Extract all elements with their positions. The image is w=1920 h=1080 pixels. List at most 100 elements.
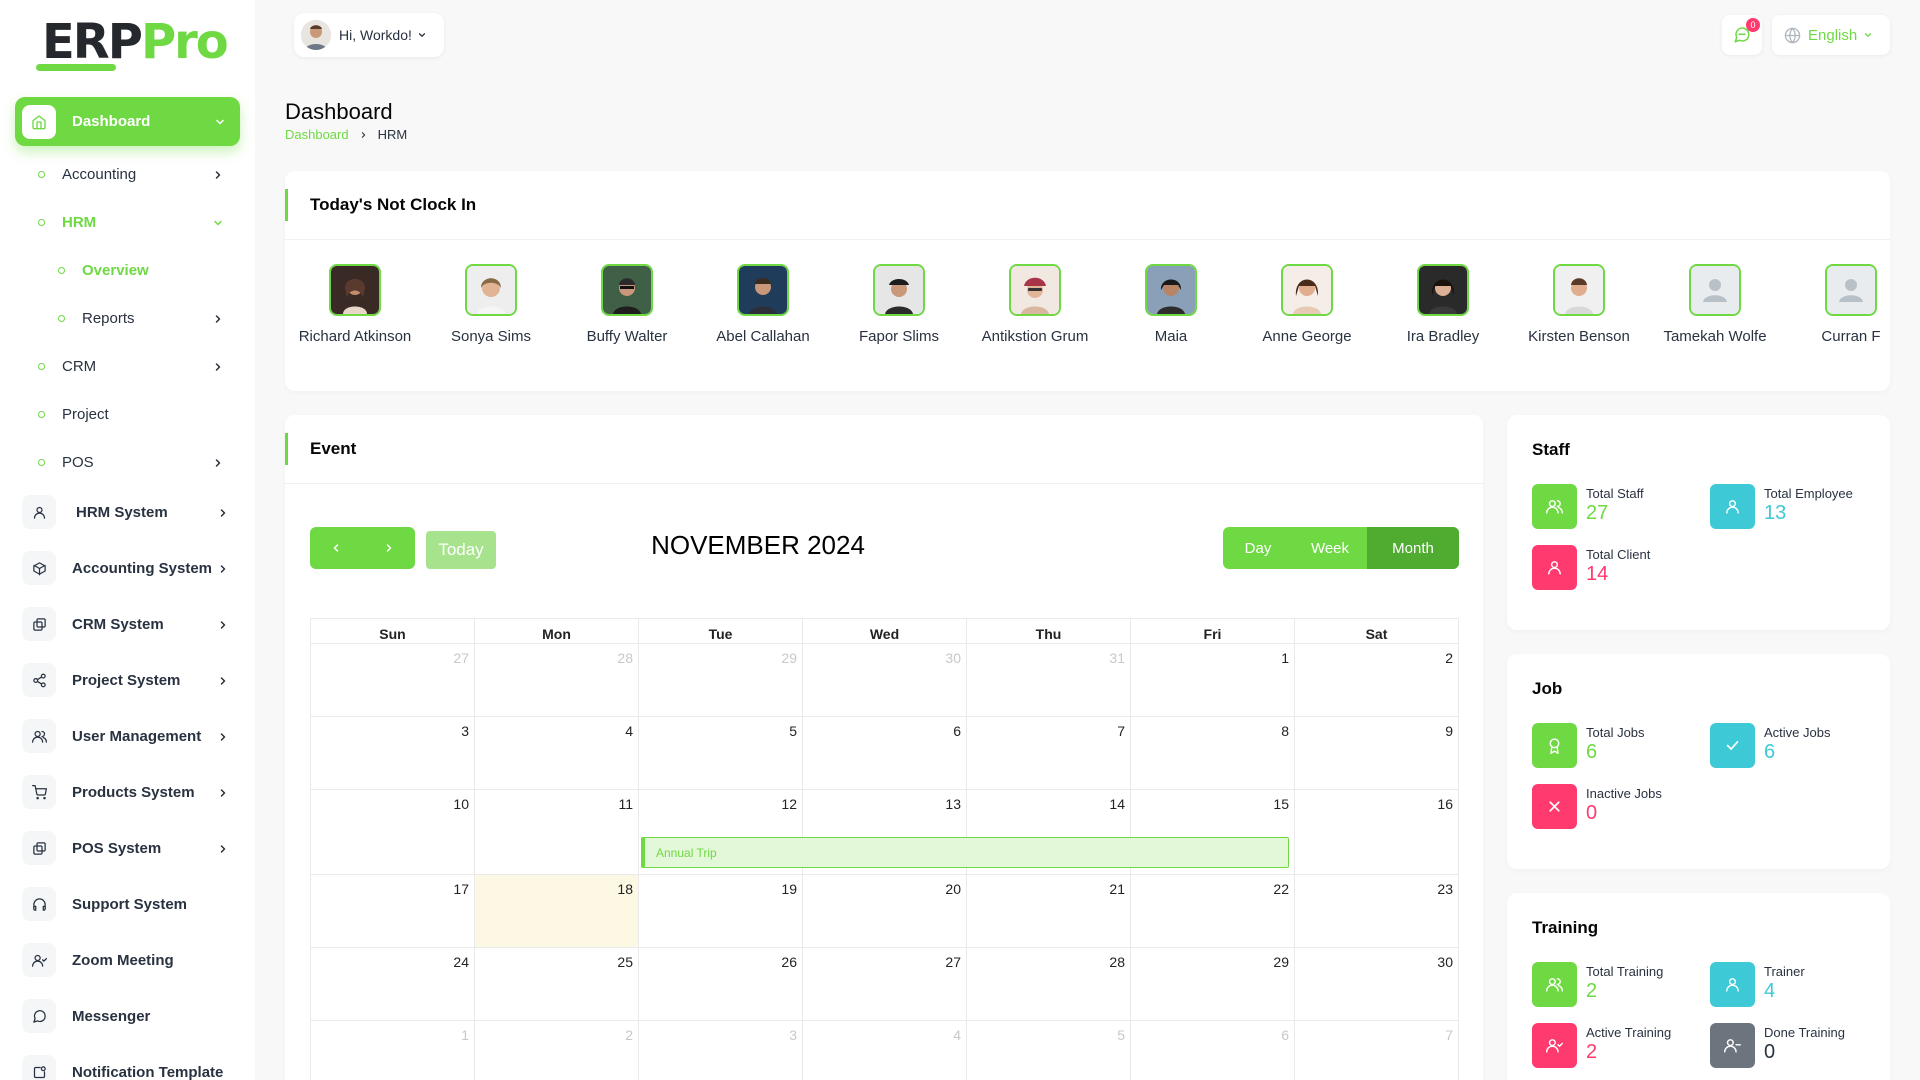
employee-item[interactable]: Ira Bradley bbox=[1375, 264, 1511, 347]
calendar-day-cell[interactable]: 17 bbox=[310, 874, 475, 948]
stat-value: 2 bbox=[1586, 980, 1598, 1002]
notification-icon bbox=[22, 1055, 56, 1080]
calendar-day-cell[interactable]: 25 bbox=[474, 947, 639, 1021]
employee-item[interactable]: Tamekah Wolfe bbox=[1647, 264, 1783, 347]
sidebar-subitem-pos[interactable]: POS bbox=[38, 454, 221, 471]
employee-item[interactable]: Antikstion Grum bbox=[967, 264, 1103, 347]
employee-item[interactable]: Buffy Walter bbox=[559, 264, 695, 347]
stat-active-training: Active Training 2 bbox=[1532, 1023, 1671, 1068]
calendar-event[interactable]: Annual Trip bbox=[641, 837, 1289, 868]
employee-item[interactable]: Maia bbox=[1103, 264, 1239, 347]
sidebar-subitem-overview[interactable]: Overview bbox=[58, 262, 149, 279]
calendar-day-cell[interactable]: 1 bbox=[1130, 643, 1295, 717]
calendar-day-cell-today[interactable]: 18 bbox=[474, 874, 639, 948]
sidebar-item-label: Support System bbox=[72, 895, 188, 913]
calendar-day-cell[interactable]: 10 bbox=[310, 789, 475, 875]
calendar-day-cell[interactable]: 23 bbox=[1294, 874, 1459, 948]
sidebar-item-project-system[interactable]: Project System bbox=[22, 663, 226, 697]
calendar-day-cell[interactable]: 2 bbox=[1294, 643, 1459, 717]
calendar-day-cell[interactable]: 30 bbox=[1294, 947, 1459, 1021]
users-icon bbox=[22, 719, 56, 753]
sidebar-item-accounting-system[interactable]: Accounting System bbox=[22, 551, 226, 585]
calendar-day-cell[interactable]: 29 bbox=[638, 643, 803, 717]
sidebar-item-pos-system[interactable]: POS System bbox=[22, 831, 226, 865]
calendar-day-cell[interactable]: 26 bbox=[638, 947, 803, 1021]
employee-item[interactable]: Kirsten Benson bbox=[1511, 264, 1647, 347]
employee-photo bbox=[329, 264, 381, 316]
view-day-button[interactable]: Day bbox=[1223, 527, 1293, 569]
view-week-button[interactable]: Week bbox=[1293, 527, 1367, 569]
stat-label: Active Jobs bbox=[1764, 725, 1831, 740]
calendar-day-cell[interactable]: 29 bbox=[1130, 947, 1295, 1021]
sidebar-item-messenger[interactable]: Messenger bbox=[22, 999, 150, 1033]
employee-item[interactable]: Curran F bbox=[1783, 264, 1880, 347]
user-menu[interactable]: Hi, Workdo! bbox=[294, 13, 444, 57]
calendar-day-cell[interactable]: 7 bbox=[1294, 1020, 1459, 1080]
sidebar-item-crm-system[interactable]: CRM System bbox=[22, 607, 226, 641]
sidebar-subitem-crm[interactable]: CRM bbox=[38, 358, 221, 375]
employee-item[interactable]: Richard Atkinson bbox=[287, 264, 423, 347]
calendar-day-cell[interactable]: 16 bbox=[1294, 789, 1459, 875]
calendar-day-cell[interactable]: 27 bbox=[802, 947, 967, 1021]
calendar-day-cell[interactable]: 5 bbox=[966, 1020, 1131, 1080]
calendar-day-cell[interactable]: 30 bbox=[802, 643, 967, 717]
messages-button[interactable]: 0 bbox=[1722, 15, 1762, 55]
sidebar-item-products-system[interactable]: Products System bbox=[22, 775, 226, 809]
sidebar-item-user-management[interactable]: User Management bbox=[22, 719, 226, 753]
calendar-day-cell[interactable]: 9 bbox=[1294, 716, 1459, 790]
sidebar-item-zoom-meeting[interactable]: Zoom Meeting bbox=[22, 943, 174, 977]
avatar bbox=[301, 20, 331, 50]
calendar-day-cell[interactable]: 24 bbox=[310, 947, 475, 1021]
sidebar-subitem-project[interactable]: Project bbox=[38, 406, 109, 423]
sidebar-item-notification-template[interactable]: Notification Template bbox=[22, 1055, 223, 1080]
calendar-day-cell[interactable]: 28 bbox=[474, 643, 639, 717]
calendar-day-cell[interactable]: 31 bbox=[966, 643, 1131, 717]
prev-month-button[interactable] bbox=[310, 527, 363, 569]
chevron-right-icon bbox=[217, 506, 229, 520]
breadcrumb-link[interactable]: Dashboard bbox=[285, 127, 349, 142]
calendar-day-cell[interactable]: 4 bbox=[802, 1020, 967, 1080]
stat-label: Trainer bbox=[1764, 964, 1805, 979]
weekday-header: Sat bbox=[1294, 618, 1459, 644]
employee-item[interactable]: Anne George bbox=[1239, 264, 1375, 347]
calendar-day-cell[interactable]: 1 bbox=[310, 1020, 475, 1080]
employee-item[interactable]: Fapor Slims bbox=[831, 264, 967, 347]
employee-item[interactable]: Abel Callahan bbox=[695, 264, 831, 347]
sidebar-subitem-reports[interactable]: Reports bbox=[58, 310, 221, 327]
stat-done-training: Done Training 0 bbox=[1710, 1023, 1845, 1068]
bullet-icon bbox=[38, 219, 45, 226]
calendar-day-cell[interactable]: 6 bbox=[1130, 1020, 1295, 1080]
calendar-day-cell[interactable]: 6 bbox=[802, 716, 967, 790]
sidebar-item-dashboard[interactable]: Dashboard bbox=[15, 97, 240, 146]
calendar-day-cell[interactable]: 28 bbox=[966, 947, 1131, 1021]
calendar-day-cell[interactable]: 5 bbox=[638, 716, 803, 790]
next-month-button[interactable] bbox=[363, 527, 416, 569]
calendar-day-cell[interactable]: 11 bbox=[474, 789, 639, 875]
calendar-day-cell[interactable]: 27 bbox=[310, 643, 475, 717]
check-icon bbox=[1710, 723, 1755, 768]
employee-photo bbox=[1145, 264, 1197, 316]
sidebar-subitem-accounting[interactable]: Accounting bbox=[38, 166, 221, 183]
stat-label: Total Jobs bbox=[1586, 725, 1645, 740]
calendar-day-cell[interactable]: 8 bbox=[1130, 716, 1295, 790]
calendar-day-cell[interactable]: 21 bbox=[966, 874, 1131, 948]
calendar-day-cell[interactable]: 22 bbox=[1130, 874, 1295, 948]
sidebar-item-support-system[interactable]: Support System bbox=[22, 887, 187, 921]
stat-value: 14 bbox=[1586, 563, 1609, 585]
today-button[interactable]: Today bbox=[426, 531, 496, 569]
sidebar-subitem-hrm[interactable]: HRM bbox=[38, 214, 222, 231]
stat-label: Total Employee bbox=[1764, 486, 1853, 501]
view-month-button[interactable]: Month bbox=[1367, 527, 1459, 569]
language-dropdown[interactable]: English bbox=[1772, 15, 1890, 55]
calendar-day-cell[interactable]: 20 bbox=[802, 874, 967, 948]
chevron-right-icon bbox=[217, 842, 229, 856]
calendar-day-cell[interactable]: 2 bbox=[474, 1020, 639, 1080]
calendar-day-cell[interactable]: 19 bbox=[638, 874, 803, 948]
calendar-day-cell[interactable]: 3 bbox=[310, 716, 475, 790]
employee-item[interactable]: Sonya Sims bbox=[423, 264, 559, 347]
calendar-day-cell[interactable]: 4 bbox=[474, 716, 639, 790]
calendar-day-cell[interactable]: 7 bbox=[966, 716, 1131, 790]
employee-photo bbox=[737, 264, 789, 316]
sidebar-item-hrm-system[interactable]: HRM System bbox=[22, 495, 226, 529]
calendar-day-cell[interactable]: 3 bbox=[638, 1020, 803, 1080]
